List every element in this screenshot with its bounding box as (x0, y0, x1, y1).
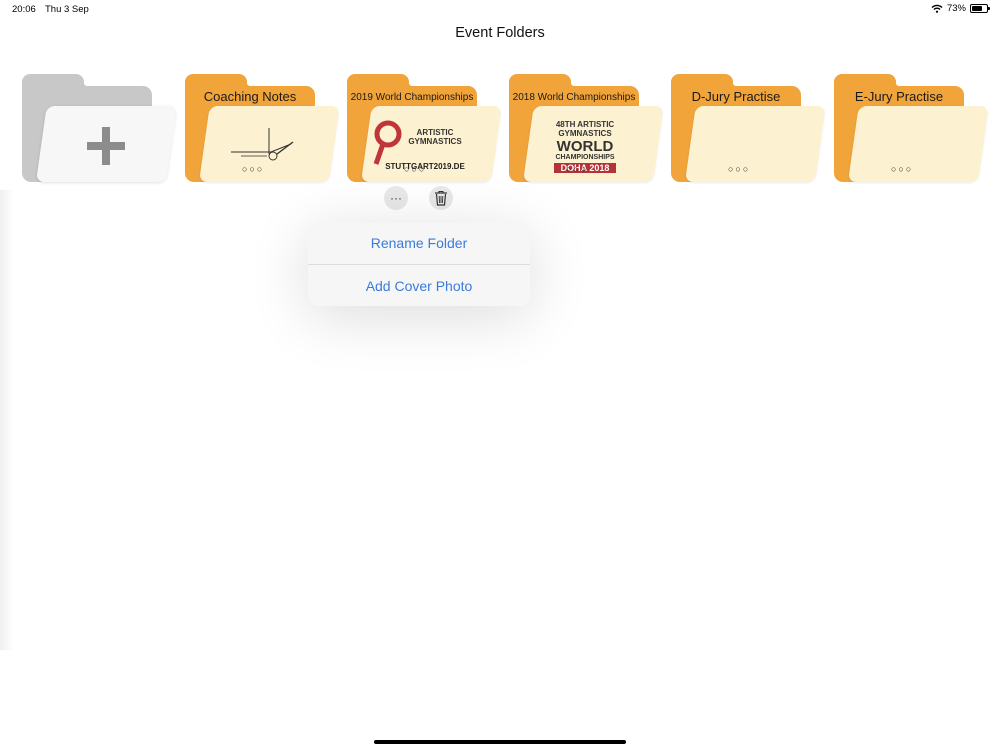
cover-line: 48TH ARTISTIC (555, 120, 615, 129)
cover-line: GYMNASTICS (408, 137, 462, 146)
folder-front (848, 106, 989, 182)
ellipsis-icon: ··· (390, 191, 402, 205)
context-menu: Rename Folder Add Cover Photo (308, 222, 530, 306)
folder-tab-slope (561, 74, 577, 90)
battery-icon (970, 4, 990, 13)
status-time: 20:06 (12, 4, 36, 15)
wifi-icon (931, 4, 943, 13)
folder-tab-slope (886, 74, 902, 90)
folder-e-jury-practise[interactable]: E-Jury Practise ○○○ (834, 72, 989, 184)
folder-label: Coaching Notes (203, 89, 297, 104)
more-button[interactable]: ··· (384, 186, 408, 210)
folder-more-dots: ○○○ (242, 164, 265, 174)
battery-level (972, 6, 983, 11)
trash-icon (435, 190, 447, 206)
cover-line: CHAMPIONSHIPS (555, 154, 615, 161)
battery-percent: 73% (946, 3, 966, 14)
sidebar-edge-shadow (0, 190, 14, 650)
folder-more-dots: ○○○ (891, 164, 914, 174)
home-indicator[interactable] (374, 740, 626, 744)
cover-line: WORLD (556, 138, 614, 155)
status-date: Thu 3 Sep (45, 4, 89, 15)
status-indicators: 73% (931, 3, 990, 14)
folder-2019-world-championships[interactable]: 2019 World Championships ARTISTIC GYMNAS… (347, 72, 502, 184)
folder-d-jury-practise[interactable]: D-Jury Practise ○○○ (671, 72, 826, 184)
cover-line: ARTISTIC (416, 128, 454, 137)
folder-label: 2018 World Championships (512, 92, 636, 103)
folder-2018-world-championships[interactable]: 2018 World Championships 48TH ARTISTIC G… (509, 72, 664, 184)
folder-front (685, 106, 826, 182)
folder-label: E-Jury Practise (854, 89, 944, 104)
folder-label: 2019 World Championships (350, 92, 474, 103)
new-folder-button[interactable] (22, 72, 177, 184)
folder-coaching-notes[interactable]: Coaching Notes ○○○ (185, 72, 340, 184)
rename-folder-menu-item[interactable]: Rename Folder (308, 222, 530, 264)
folder-tab-slope (74, 74, 90, 90)
status-bar: 20:06 Thu 3 Sep 73% (0, 0, 1000, 18)
add-cover-photo-menu-item[interactable]: Add Cover Photo (308, 265, 530, 306)
folder-label: D-Jury Practise (691, 89, 781, 104)
folder-tab-slope (723, 74, 739, 90)
folder-more-dots: ○○○ (728, 164, 751, 174)
delete-button[interactable] (429, 186, 453, 210)
folder-tab-slope (237, 74, 253, 90)
folder-more-dots: ○○○ (404, 164, 427, 174)
plus-icon (87, 127, 125, 165)
folder-more-dots: ○○○ (566, 164, 589, 174)
cover-line: GYMNASTICS (558, 129, 612, 138)
folder-tab-slope (399, 74, 415, 90)
page-title: Event Folders (455, 25, 545, 41)
